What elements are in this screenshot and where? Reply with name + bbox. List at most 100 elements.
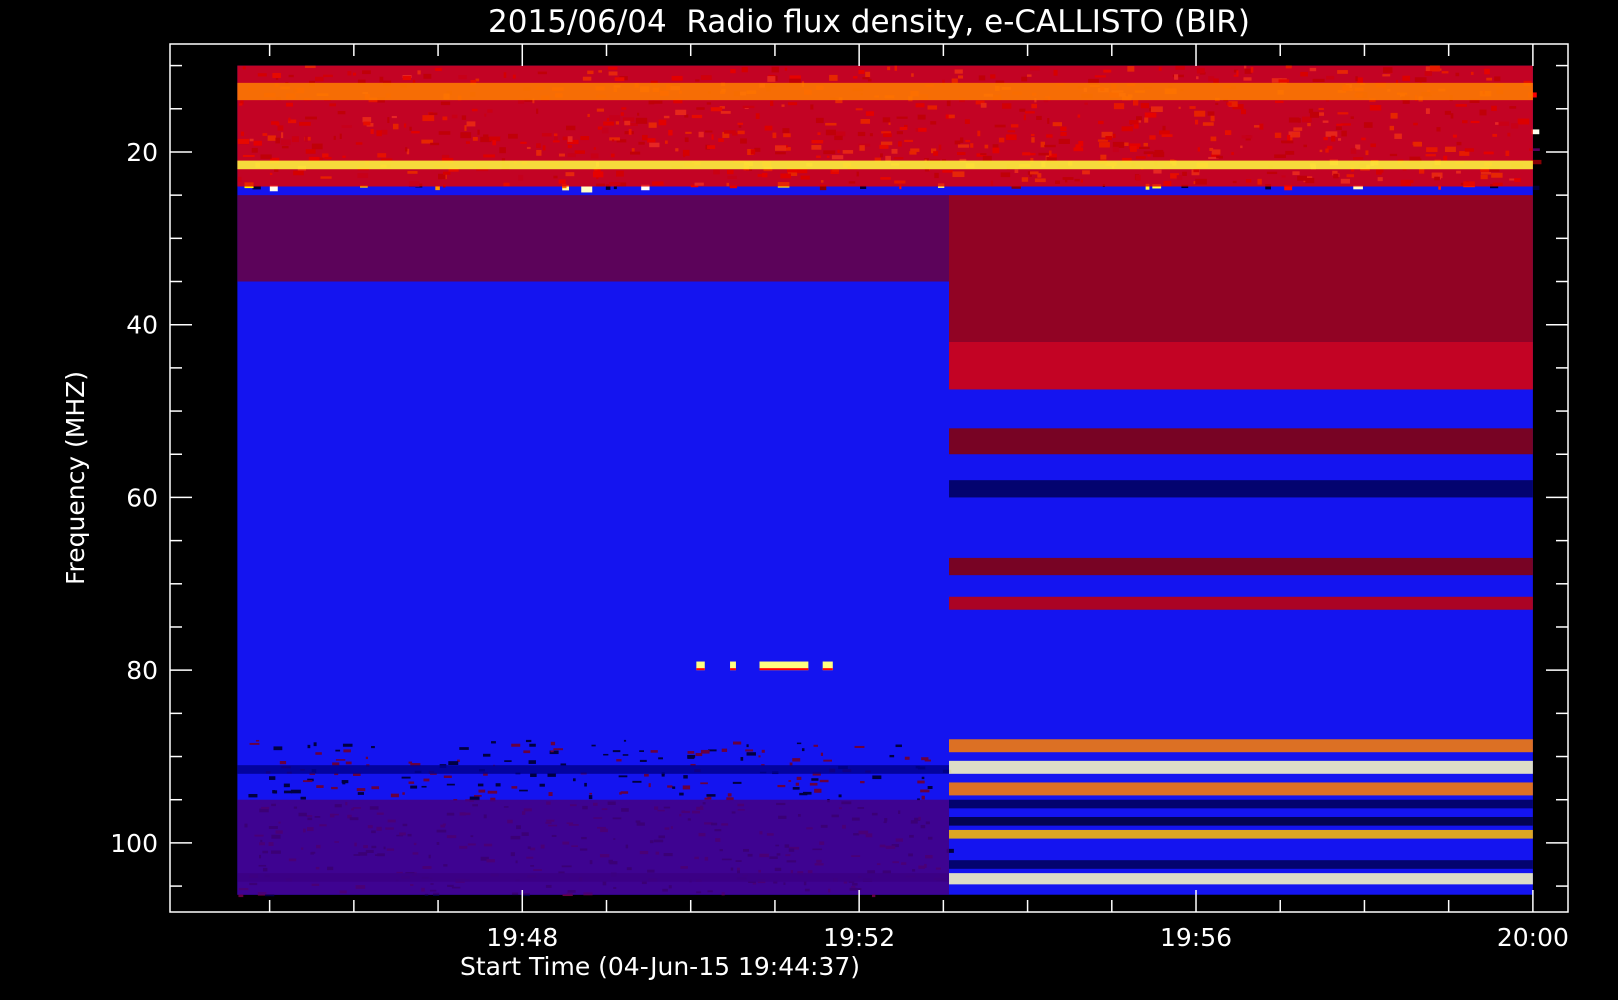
texture-cell <box>672 786 676 789</box>
texture-cell <box>889 754 895 758</box>
texture-cell <box>273 790 278 794</box>
texture-cell <box>331 786 338 790</box>
texture-cell <box>342 743 353 747</box>
texture-cell <box>667 785 673 788</box>
texture-cell <box>814 788 822 793</box>
texture-cell <box>525 739 532 743</box>
texture-cell <box>811 778 819 781</box>
texture-cell <box>706 794 716 797</box>
texture-cell <box>838 794 842 798</box>
texture-cell <box>746 752 756 756</box>
texture-cell <box>300 796 306 800</box>
texture-cell <box>632 780 642 783</box>
texture-cell <box>589 792 593 795</box>
texture-cell <box>584 782 587 787</box>
x-tick-label: 19:48 <box>486 923 558 952</box>
texture-cell <box>687 750 695 754</box>
spectrogram-band <box>237 765 950 774</box>
texture-cell <box>682 785 691 790</box>
texture-cell <box>539 783 545 787</box>
spectrogram-band <box>949 782 1533 796</box>
spectrogram-band <box>949 596 1533 610</box>
texture-cell <box>620 791 629 794</box>
texture-cell <box>616 759 622 762</box>
texture-cell <box>921 795 925 800</box>
texture-cell <box>307 744 311 749</box>
texture-cell <box>761 749 765 753</box>
texture-cell <box>279 760 287 765</box>
texture-cell <box>721 748 728 752</box>
texture-cell <box>435 185 440 191</box>
texture-cell <box>799 792 808 796</box>
texture-cell <box>618 775 628 778</box>
texture-cell <box>924 759 932 762</box>
texture-cell <box>700 749 710 754</box>
texture-cell <box>550 741 556 746</box>
texture-cell <box>854 745 865 749</box>
texture-cell <box>732 781 742 784</box>
texture-cell <box>788 780 792 782</box>
texture-cell <box>648 783 651 788</box>
x-axis-label: Start Time (04-Jun-15 19:44:37) <box>460 952 860 981</box>
texture-cell <box>746 744 749 748</box>
spectrogram-band <box>949 760 1533 774</box>
texture-cell <box>316 785 324 788</box>
y-tick-label: 100 <box>110 829 158 858</box>
texture-cell <box>795 782 800 786</box>
y-tick-label: 60 <box>126 483 158 512</box>
spectrogram-band <box>949 860 1533 869</box>
texture-cell <box>443 775 452 779</box>
spectrogram-band <box>949 816 1533 826</box>
chart-title: 2015/06/04 Radio flux density, e-CALLIST… <box>488 4 1250 40</box>
texture-cell <box>623 739 627 742</box>
spectrogram-band <box>949 873 1533 885</box>
texture-cell <box>658 757 663 760</box>
spectrogram-burst-edge <box>822 668 833 671</box>
texture-cell <box>477 783 484 787</box>
texture-cell <box>290 789 301 794</box>
texture-cell <box>927 785 933 789</box>
texture-cell <box>519 789 528 792</box>
texture-cell <box>335 749 341 752</box>
x-tick-label: 20:00 <box>1497 923 1569 952</box>
texture-cell <box>390 793 399 798</box>
texture-cell <box>644 773 649 777</box>
texture-cell <box>529 743 536 747</box>
texture-cell <box>357 792 364 795</box>
texture-cell <box>687 754 696 758</box>
texture-cell <box>332 762 340 766</box>
texture-cell <box>487 790 498 794</box>
texture-cell <box>732 741 742 745</box>
texture-cell <box>921 776 925 780</box>
texture-cell <box>313 742 317 747</box>
spectrogram-band <box>237 195 950 282</box>
texture-cell <box>410 785 418 789</box>
spectrogram-burst-edge <box>730 668 736 671</box>
texture-cell <box>823 759 832 762</box>
texture-cell <box>423 778 430 782</box>
texture-cell <box>523 750 531 754</box>
texture-cell <box>371 745 375 749</box>
texture-cell <box>283 790 292 794</box>
texture-cell <box>504 760 512 762</box>
texture-cell <box>335 759 346 761</box>
texture-cell <box>920 789 930 793</box>
spectrogram-band <box>949 739 1533 753</box>
texture-cell <box>528 760 536 764</box>
texture-cell <box>740 757 744 761</box>
texture-cell <box>683 775 688 779</box>
spectrogram-data <box>237 65 1542 898</box>
spectrogram-band <box>949 341 1533 390</box>
texture-cell <box>650 750 658 753</box>
spectrogram-chart: 19:48 19:52 19:56 20:00 20 40 60 80 100 2015/06/… <box>0 0 1618 1000</box>
texture-cell <box>273 746 283 751</box>
texture-cell <box>792 758 801 762</box>
texture-cell <box>238 894 244 898</box>
texture-cell <box>796 776 802 780</box>
texture-cell <box>345 761 352 765</box>
texture-cell <box>315 752 322 755</box>
spectrogram-band <box>949 829 1533 839</box>
spectrogram-band <box>949 480 1533 498</box>
texture-cell <box>548 792 553 797</box>
y-tick-label: 20 <box>126 138 158 167</box>
